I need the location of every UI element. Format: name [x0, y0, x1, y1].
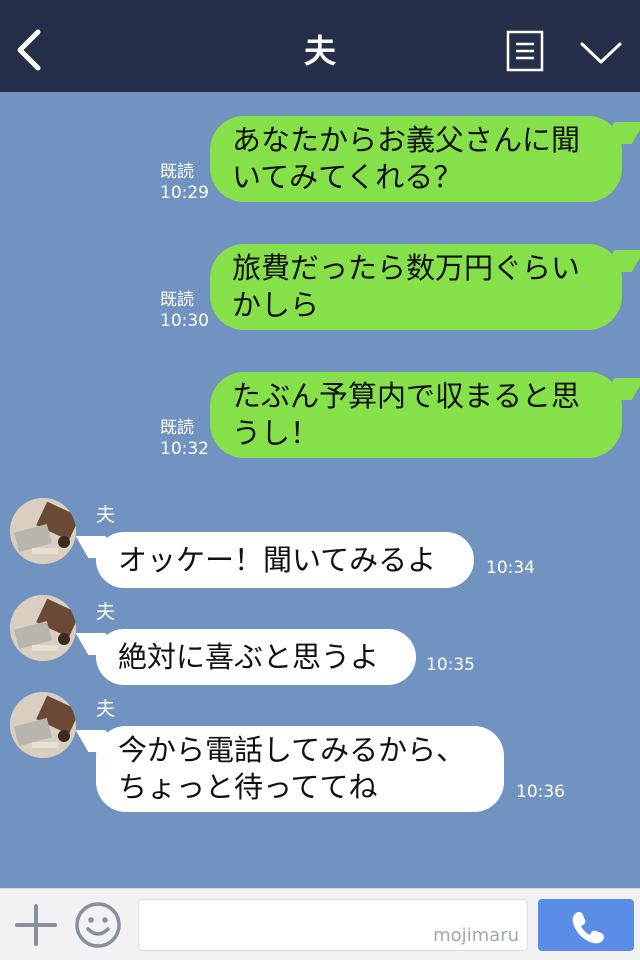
chat-area[interactable]: 既読 10:29 あなたからお義父さんに聞いてみてくれる？ 既読 10:30 旅… — [0, 92, 640, 888]
emoji-icon[interactable] — [74, 901, 122, 949]
avatar-photo-icon — [10, 595, 76, 661]
chevron-down-icon[interactable] — [578, 38, 624, 68]
avatar-photo-icon — [10, 692, 76, 758]
message-time: 10:35 — [426, 655, 475, 675]
sender-name: 夫 — [96, 698, 116, 720]
input-bar: mojimaru — [0, 888, 640, 960]
read-receipt: 既読 — [160, 290, 194, 310]
message-time: 10:32 — [160, 439, 209, 459]
message-meta: 既読 10:32 — [160, 418, 209, 460]
outgoing-message[interactable]: あなたからお義父さんに聞いてみてくれる？ — [210, 116, 622, 202]
incoming-message[interactable]: 絶対に喜ぶと思うよ — [96, 629, 416, 685]
plus-icon[interactable] — [14, 903, 58, 947]
incoming-message[interactable]: 今から電話してみるから、ちょっと待っててね — [96, 726, 504, 812]
call-button[interactable] — [538, 899, 634, 951]
outgoing-message[interactable]: 旅費だったら数万円ぐらいかしら — [210, 244, 622, 330]
read-receipt: 既読 — [160, 162, 194, 182]
watermark-text: mojimaru — [433, 925, 519, 946]
message-meta: 既読 10:29 — [160, 162, 209, 204]
phone-icon — [572, 911, 605, 944]
chat-title: 夫 — [303, 32, 336, 70]
outgoing-message[interactable]: たぶん予算内で収まると思うし！ — [210, 372, 622, 458]
message-time: 10:29 — [160, 183, 209, 203]
chat-header: 夫 — [0, 0, 640, 92]
avatar[interactable] — [10, 595, 76, 661]
avatar[interactable] — [10, 692, 76, 758]
sender-name: 夫 — [96, 504, 116, 526]
message-text: 絶対に喜ぶと思うよ — [118, 639, 380, 674]
message-text: オッケー！聞いてみるよ — [118, 542, 437, 577]
message-input[interactable]: mojimaru — [138, 899, 528, 951]
message-text: たぶん予算内で収まると思うし！ — [232, 379, 581, 450]
incoming-message[interactable]: オッケー！聞いてみるよ — [96, 532, 474, 588]
sender-name: 夫 — [96, 601, 116, 623]
message-text: 今から電話してみるから、ちょっと待っててね — [118, 733, 466, 804]
read-receipt: 既読 — [160, 418, 194, 438]
message-time: 10:30 — [160, 311, 209, 331]
message-text: あなたからお義父さんに聞いてみてくれる？ — [232, 123, 581, 194]
message-time: 10:34 — [486, 558, 535, 578]
avatar-photo-icon — [10, 498, 76, 564]
avatar[interactable] — [10, 498, 76, 564]
message-meta: 既読 10:30 — [160, 290, 209, 332]
message-text: 旅費だったら数万円ぐらいかしら — [232, 251, 581, 322]
message-time: 10:36 — [516, 782, 565, 802]
note-menu-icon[interactable] — [506, 30, 544, 72]
